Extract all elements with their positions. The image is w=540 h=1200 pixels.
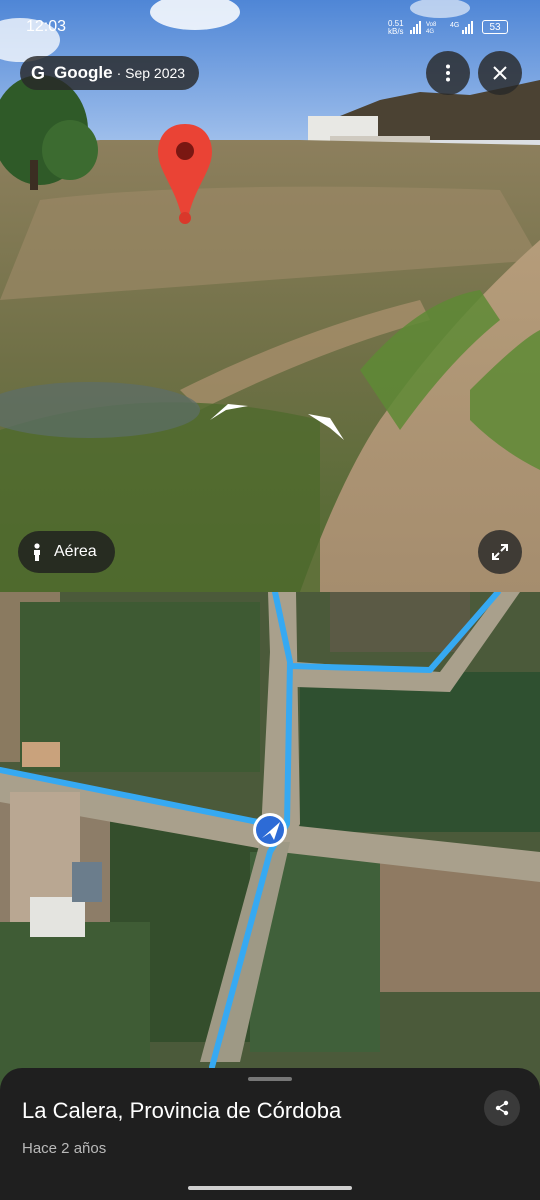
vertical-dots-icon — [446, 64, 450, 82]
sheet-drag-handle[interactable] — [248, 1077, 292, 1081]
close-icon — [493, 66, 507, 80]
network-speed-unit: kB/s — [388, 27, 404, 36]
share-icon — [495, 1100, 509, 1116]
svg-text:4G: 4G — [426, 29, 434, 34]
place-bottom-sheet[interactable]: La Calera, Provincia de Córdoba Hace 2 a… — [0, 1068, 540, 1200]
expand-button[interactable] — [478, 530, 522, 574]
source-brand: Google — [54, 63, 113, 82]
share-button[interactable] — [484, 1090, 520, 1126]
close-button[interactable] — [478, 51, 522, 95]
capture-date: · Sep 2023 — [116, 65, 186, 81]
google-logo-icon: G — [30, 63, 45, 83]
network-speed: 0.51 kB/s — [388, 20, 404, 36]
aerial-view-label: Aérea — [54, 543, 97, 560]
capture-age: Hace 2 años — [22, 1140, 107, 1157]
place-title: La Calera, Provincia de Córdoba — [22, 1098, 342, 1123]
satellite-map[interactable] — [0, 592, 540, 1092]
status-bar: 12:03 0.51 kB/s Vo8 4G 4G 53 — [0, 0, 540, 50]
pegman-icon — [34, 543, 40, 561]
battery-indicator: 53 — [482, 20, 508, 34]
street-view-panel[interactable]: 12:03 0.51 kB/s Vo8 4G 4G 53 G Google · … — [0, 0, 540, 592]
status-time: 12:03 — [26, 18, 67, 35]
navigation-arrow-icon — [253, 813, 287, 847]
imagery-source-chip[interactable]: G Google · Sep 2023 — [20, 56, 200, 90]
expand-icon — [492, 544, 508, 560]
network-label-2: 4G — [450, 22, 459, 29]
signal-icon: Vo8 4G 4G — [410, 20, 478, 39]
more-options-button[interactable] — [426, 51, 470, 95]
network-label-1: Vo8 — [426, 22, 437, 28]
aerial-view-toggle[interactable]: Aérea — [18, 531, 115, 573]
gesture-nav-bar[interactable] — [188, 1186, 352, 1190]
